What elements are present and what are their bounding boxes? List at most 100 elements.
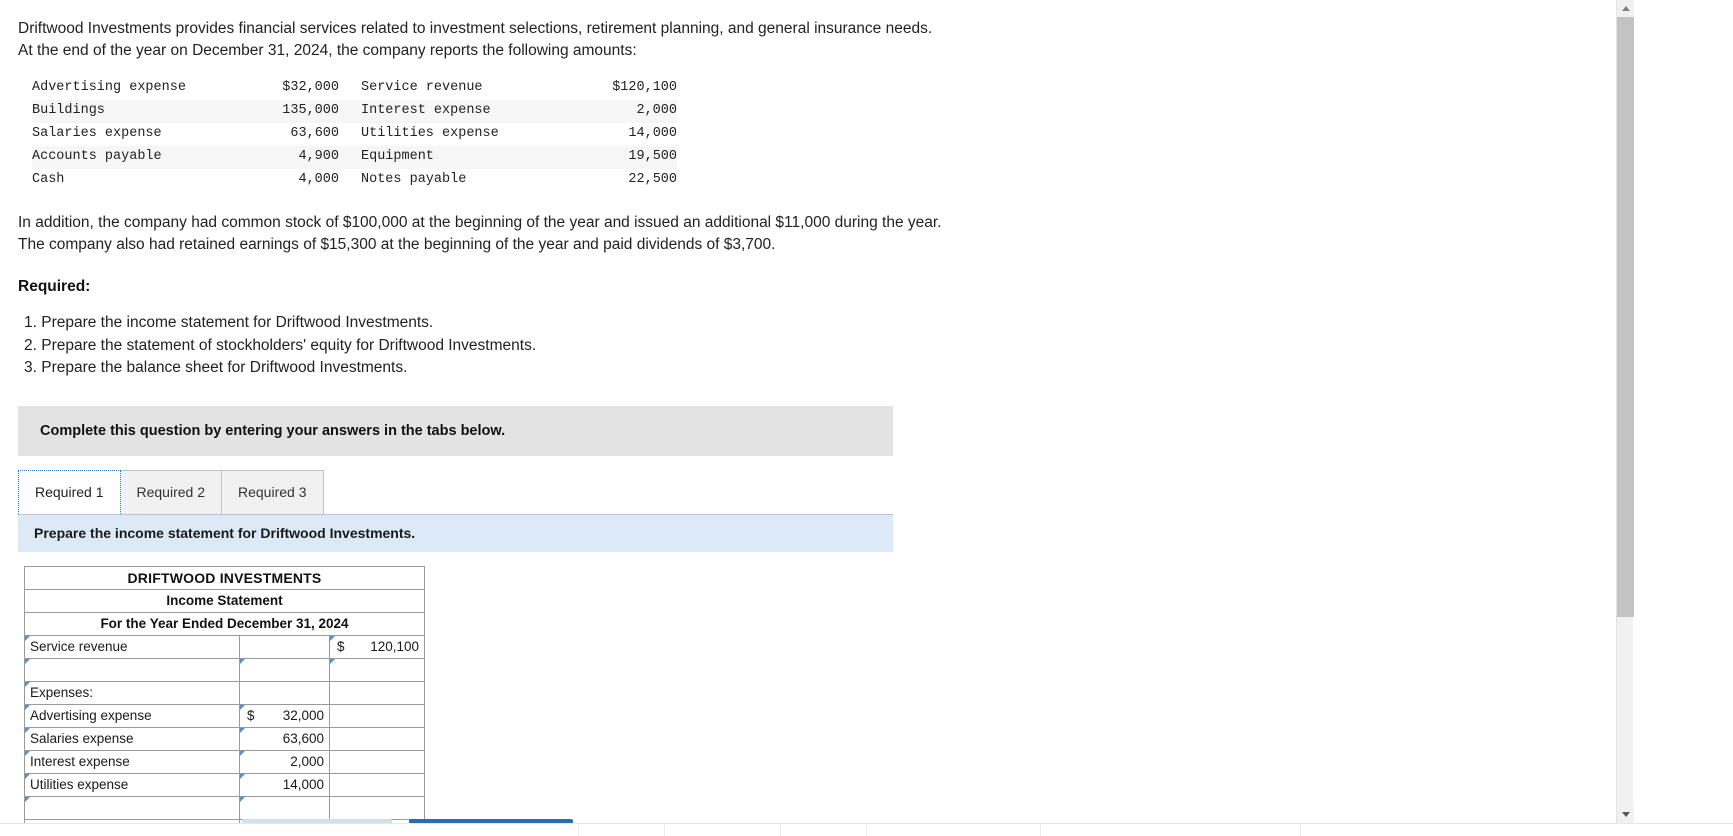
worksheet-amount-value: 63,600	[282, 731, 324, 747]
worksheet-label-cell[interactable]	[24, 657, 240, 682]
given-amounts-row: Buildings 135,000 Interest expense 2,000	[32, 99, 677, 123]
tab-required-2[interactable]: Required 2	[119, 469, 222, 514]
given-amounts-body: Advertising expense $32,000 Service revenu…	[32, 77, 677, 192]
tab-instruction-bar: Prepare the income statement for Driftwo…	[18, 513, 893, 552]
worksheet-amount-cell-mid[interactable]: 63,600	[239, 726, 330, 751]
scrollable-content-area: Driftwood Investments provides financial…	[0, 0, 1617, 823]
worksheet-amount-cell-mid[interactable]	[239, 657, 330, 682]
vertical-scrollbar[interactable]	[1616, 0, 1634, 823]
required-list: 1. Prepare the income statement for Drif…	[18, 312, 1617, 379]
worksheet-row: Salaries expense 63,600	[24, 726, 425, 751]
given-amounts-cell: 4,900	[298, 148, 339, 164]
given-amounts-table: Advertising expense $32,000 Service revenu…	[32, 77, 677, 192]
worksheet-header-row-company: DRIFTWOOD INVESTMENTS	[24, 565, 425, 590]
worksheet-row: Service revenue $120,100	[24, 634, 425, 659]
worksheet-row	[24, 657, 425, 682]
worksheet-amount-cell-mid	[239, 680, 330, 705]
required-item: 1. Prepare the income statement for Drif…	[24, 314, 434, 332]
worksheet-amount-cell-mid[interactable]	[239, 795, 330, 820]
scroll-up-arrow-icon[interactable]	[1617, 0, 1634, 17]
worksheet-amount-cell-right	[329, 703, 425, 728]
given-amounts-cell: $32,000	[282, 79, 339, 95]
given-amounts-cell: 135,000	[282, 102, 339, 118]
given-amounts-row: Accounts payable 4,900 Equipment 19,500	[32, 145, 677, 169]
worksheet-amount-cell-right	[329, 726, 425, 751]
footer-divider	[1040, 824, 1041, 836]
footer-divider	[780, 824, 781, 836]
worksheet-amount-cell-mid[interactable]: $32,000	[239, 703, 330, 728]
tab-required-3[interactable]: Required 3	[221, 469, 324, 514]
worksheet-amount-value: 2,000	[290, 754, 324, 770]
given-amounts-cell: 14,000	[628, 125, 677, 141]
footer-divider	[578, 824, 579, 836]
currency-symbol: $	[337, 639, 345, 655]
worksheet-label-cell[interactable]: Expenses:	[24, 680, 240, 705]
scroll-down-arrow-icon[interactable]	[1617, 806, 1634, 823]
given-amounts-cell: Salaries expense	[32, 125, 162, 141]
income-statement-worksheet: DRIFTWOOD INVESTMENTS Income Statement F…	[24, 565, 1617, 823]
tab-required-1[interactable]: Required 1	[18, 469, 121, 514]
tab-label: Required 2	[136, 484, 206, 501]
complete-question-banner: Complete this question by entering your …	[18, 405, 893, 456]
footer-divider	[664, 824, 665, 836]
page-root: Driftwood Investments provides financial…	[0, 0, 1733, 836]
worksheet-label-cell[interactable]: Advertising expense	[24, 703, 240, 728]
worksheet-amount-cell-right	[329, 749, 425, 774]
narrative-text: In addition, the company had common stoc…	[18, 212, 1617, 257]
worksheet-amount-value: 32,000	[282, 708, 324, 724]
worksheet-amount-cell-mid	[239, 634, 330, 659]
narrative-line-2: The company also had retained earnings o…	[18, 236, 776, 254]
worksheet-header-row-period: For the Year Ended December 31, 2024	[24, 611, 425, 636]
worksheet-label-cell[interactable]: Interest expense	[24, 749, 240, 774]
given-amounts-cell: Notes payable	[361, 171, 467, 187]
worksheet-row: Interest expense 2,000	[24, 749, 425, 774]
given-amounts-cell: Service revenue	[361, 79, 483, 95]
worksheet-label-cell[interactable]: Salaries expense	[24, 726, 240, 751]
worksheet-amount-cell-right[interactable]	[329, 657, 425, 682]
complete-question-banner-text: Complete this question by entering your …	[40, 422, 506, 439]
given-amounts-cell: Equipment	[361, 148, 434, 164]
worksheet-amount-value: 14,000	[282, 777, 324, 793]
given-amounts-cell: Cash	[32, 171, 65, 187]
intro-line-1: Driftwood Investments provides financial…	[18, 20, 933, 37]
given-amounts-cell: $120,100	[612, 79, 677, 95]
given-amounts-cell: 4,000	[298, 171, 339, 187]
given-amounts-row: Salaries expense 63,600 Utilities expense 1…	[32, 123, 677, 146]
income-statement-table: DRIFTWOOD INVESTMENTS Income Statement F…	[24, 565, 425, 823]
tab-label: Required 3	[238, 484, 307, 501]
scrollbar-thumb[interactable]	[1617, 17, 1634, 617]
given-amounts-cell: Accounts payable	[32, 148, 162, 164]
footer-divider	[866, 824, 867, 836]
required-heading: Required:	[18, 278, 91, 296]
worksheet-label-cell[interactable]	[24, 795, 240, 820]
worksheet-row	[24, 795, 425, 820]
requirement-tabs: Required 1 Required 2 Required 3	[18, 469, 1617, 514]
worksheet-period: For the Year Ended December 31, 2024	[24, 611, 425, 636]
required-item: 3. Prepare the balance sheet for Driftwo…	[24, 359, 408, 377]
tab-instruction-text: Prepare the income statement for Driftwo…	[34, 525, 416, 542]
content-column: Driftwood Investments provides financial…	[0, 0, 1617, 823]
worksheet-header-row-statement: Income Statement	[24, 588, 425, 613]
given-amounts-cell: 19,500	[628, 148, 677, 164]
worksheet-amount-cell-right	[329, 795, 425, 820]
worksheet-label-cell[interactable]: Service revenue	[24, 634, 240, 659]
footer-divider	[1300, 824, 1301, 836]
given-amounts-row: Advertising expense $32,000 Service revenu…	[32, 77, 677, 100]
given-amounts-cell: 2,000	[636, 102, 677, 118]
given-amounts-cell: 63,600	[290, 125, 339, 141]
page-footer-strip	[0, 823, 1733, 836]
worksheet-amount-cell-right	[329, 772, 425, 797]
worksheet-amount-cell-mid[interactable]: 14,000	[239, 772, 330, 797]
worksheet-label-cell[interactable]: Utilities expense	[24, 772, 240, 797]
worksheet-row: Utilities expense 14,000	[24, 772, 425, 797]
worksheet-amount-cell-right	[329, 680, 425, 705]
worksheet-amount-cell-mid[interactable]: 2,000	[239, 749, 330, 774]
intro-text: Driftwood Investments provides financial…	[18, 18, 1198, 63]
given-amounts-cell: Utilities expense	[361, 125, 499, 141]
worksheet-company-name: DRIFTWOOD INVESTMENTS	[24, 565, 425, 590]
narrative-line-1: In addition, the company had common stoc…	[18, 213, 942, 231]
worksheet-amount-cell-right[interactable]: $120,100	[329, 634, 425, 659]
given-amounts-cell: Interest expense	[361, 102, 491, 118]
given-amounts-row: Cash 4,000 Notes payable 22,500	[32, 169, 677, 192]
given-amounts-cell: Buildings	[32, 102, 105, 118]
